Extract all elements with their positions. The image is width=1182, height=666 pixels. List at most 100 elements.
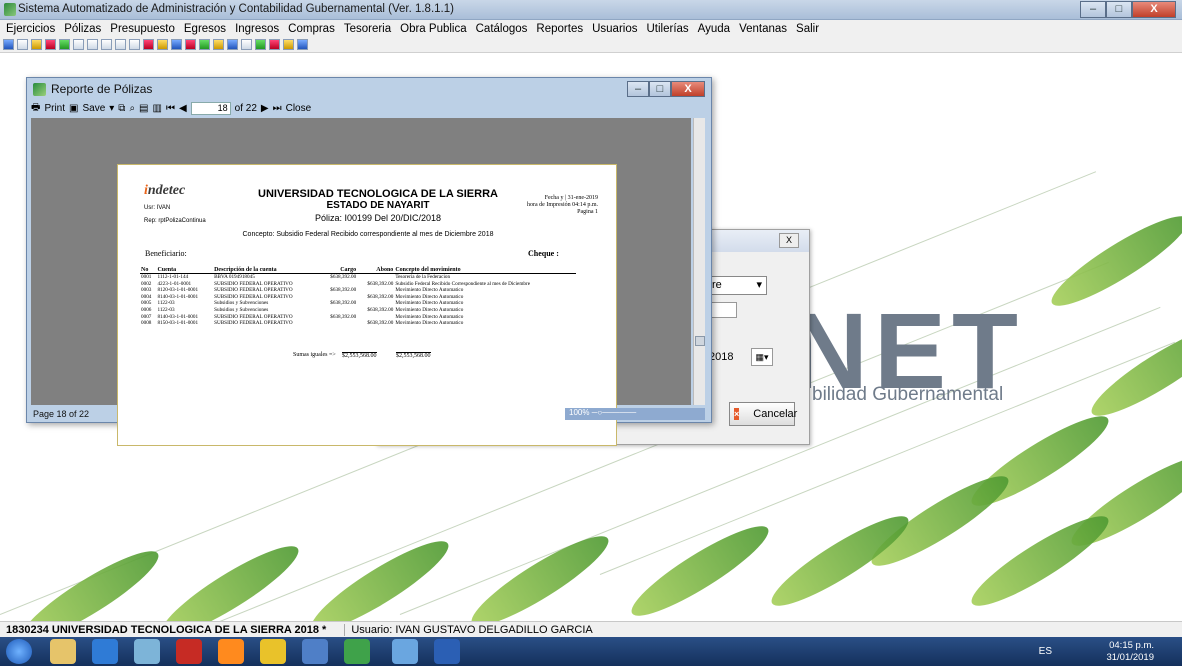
prev-page-icon[interactable]: ◀ (179, 103, 187, 114)
toolbar-icon[interactable] (297, 39, 308, 50)
report-maximize-button[interactable]: □ (649, 81, 671, 97)
menu-usuarios[interactable]: Usuarios (592, 23, 637, 35)
last-page-icon[interactable]: ⏭ (273, 103, 282, 114)
table-cell: 0004 (141, 293, 152, 300)
menu-polizas[interactable]: Pólizas (64, 23, 101, 35)
toolbar-icon[interactable] (59, 39, 70, 50)
bg-stripe (1043, 204, 1182, 318)
toolbar-icon[interactable] (101, 39, 112, 50)
menu-ingresos[interactable]: Ingresos (235, 23, 279, 35)
toolbar-icon[interactable] (157, 39, 168, 50)
report-scrollbar[interactable] (693, 118, 705, 405)
toolbar-icon[interactable] (227, 39, 238, 50)
toolbar-icon[interactable] (45, 39, 56, 50)
menu-tesoreria[interactable]: Tesoreria (344, 23, 391, 35)
print-button[interactable]: Print (44, 103, 65, 114)
table-cell: Movimiento Directo Automatico (395, 300, 464, 307)
zoom-slider[interactable]: 100% ─○────── (565, 408, 705, 420)
table-cell: 8140-03-1-01-0001 (157, 293, 199, 300)
excel-icon[interactable] (344, 639, 370, 664)
status-company: 1830234 UNIVERSIDAD TECNOLOGICA DE LA SI… (6, 623, 327, 636)
menu-ayuda[interactable]: Ayuda (698, 23, 730, 35)
menu-salir[interactable]: Salir (796, 23, 819, 35)
export-icon[interactable]: ▣ (69, 103, 78, 114)
toolbar-icon[interactable] (3, 39, 14, 50)
toolbar-icon[interactable] (17, 39, 28, 50)
table-cell (320, 307, 357, 314)
pagina-label: Pagina (577, 209, 594, 215)
word-icon[interactable] (434, 639, 460, 664)
menu-ventanas[interactable]: Ventanas (739, 23, 787, 35)
start-button[interactable] (6, 639, 32, 664)
toolbar-icon[interactable] (143, 39, 154, 50)
print-icon[interactable]: 🖶 (31, 100, 40, 117)
chrome-icon[interactable] (260, 639, 286, 664)
page-setup-icon[interactable]: ▤ (139, 103, 148, 114)
table-cell: $638,392.00 (330, 300, 357, 307)
toolbar-icon[interactable] (73, 39, 84, 50)
internet-explorer-icon[interactable] (92, 639, 118, 664)
report-close-button[interactable]: X (671, 81, 705, 97)
toolbar-icon[interactable] (115, 39, 126, 50)
toolbar-icon[interactable] (87, 39, 98, 50)
menu-presupuesto[interactable]: Presupuesto (110, 23, 175, 35)
dialog-close-button[interactable]: X (779, 233, 799, 248)
sumas-label: Sumas iguales => (293, 352, 336, 358)
toolbar-icon[interactable] (199, 39, 210, 50)
print-info: Fecha y | 31-ene-2019 hora de Impresión … (527, 195, 598, 215)
table-cell: 0005 (141, 300, 152, 307)
menu-catalogos[interactable]: Catálogos (476, 23, 528, 35)
report-minimize-button[interactable]: – (627, 81, 649, 97)
date-field[interactable]: 2018 (709, 351, 733, 363)
table-cell: BBVA 0194918045 (214, 274, 255, 280)
minimize-button[interactable]: – (1080, 1, 1106, 18)
menu-egresos[interactable]: Egresos (184, 23, 226, 35)
scrollbar-thumb[interactable] (695, 336, 705, 346)
menu-obra-publica[interactable]: Obra Publica (400, 23, 466, 35)
find-icon[interactable]: ⌕ (129, 103, 135, 114)
toolbar-icon[interactable] (129, 39, 140, 50)
copy-icon[interactable]: ⧉ (118, 103, 125, 114)
report-viewer[interactable]: indetec Usr: IVAN Rep: rptPolizaContinua… (31, 118, 691, 446)
table-cell: 0008 (141, 320, 152, 327)
clock-time: 04:15 p.m. (1109, 640, 1154, 651)
save-dropdown-icon[interactable]: ▾ (109, 103, 114, 114)
period-select[interactable]: re (707, 276, 767, 295)
report-window: Reporte de Pólizas – □ X 🖶 Print ▣ Save … (26, 77, 712, 446)
sacg-icon[interactable] (392, 639, 418, 664)
explorer-icon[interactable] (50, 639, 76, 664)
page-number-input[interactable]: 18 (190, 101, 231, 115)
toolbar-icon[interactable] (255, 39, 266, 50)
menu-reportes[interactable]: Reportes (536, 23, 583, 35)
close-button[interactable]: X (1132, 1, 1176, 18)
maximize-button[interactable]: □ (1106, 1, 1132, 18)
zoom-value: 100% (569, 408, 590, 417)
toolbar-icon[interactable] (171, 39, 182, 50)
filezilla-icon[interactable] (176, 639, 202, 664)
layout-icon[interactable]: ▥ (153, 103, 162, 114)
next-page-icon[interactable]: ▶ (261, 103, 269, 114)
toolbar-icon[interactable] (269, 39, 280, 50)
app-icon[interactable] (134, 639, 160, 664)
cancel-button[interactable]: × Cancelar (729, 402, 797, 426)
logo-text: ndetec (147, 183, 186, 198)
toolbar-icon[interactable] (241, 39, 252, 50)
toolbar-icon[interactable] (283, 39, 294, 50)
toolbar-icon[interactable] (31, 39, 42, 50)
save-button[interactable]: Save (82, 103, 105, 114)
menu-ejercicios[interactable]: Ejercicios (6, 23, 55, 35)
toolbar-icon[interactable] (213, 39, 224, 50)
table-row: 0002 4223-1-01-0001 SUBSIDIO FEDERAL OPERA… (140, 281, 576, 288)
language-indicator[interactable]: ES (1039, 646, 1052, 657)
menu-utilerias[interactable]: Utilerías (646, 23, 688, 35)
table-cell: Subsidios y Subvenciones (214, 306, 269, 313)
first-page-icon[interactable]: ⏮ (166, 103, 175, 114)
table-row: 0008 8150-03-1-01-0001 SUBSIDIO FEDERAL OP… (140, 320, 576, 327)
toolbar-icon[interactable] (185, 39, 196, 50)
close-report-button[interactable]: Close (286, 103, 312, 114)
calendar-icon[interactable]: ▦▾ (751, 348, 773, 366)
menu-compras[interactable]: Compras (288, 23, 335, 35)
system-clock[interactable]: 04:15 p.m. 31/01/2019 (1106, 640, 1154, 664)
app-icon[interactable] (302, 639, 328, 664)
firefox-icon[interactable] (218, 639, 244, 664)
